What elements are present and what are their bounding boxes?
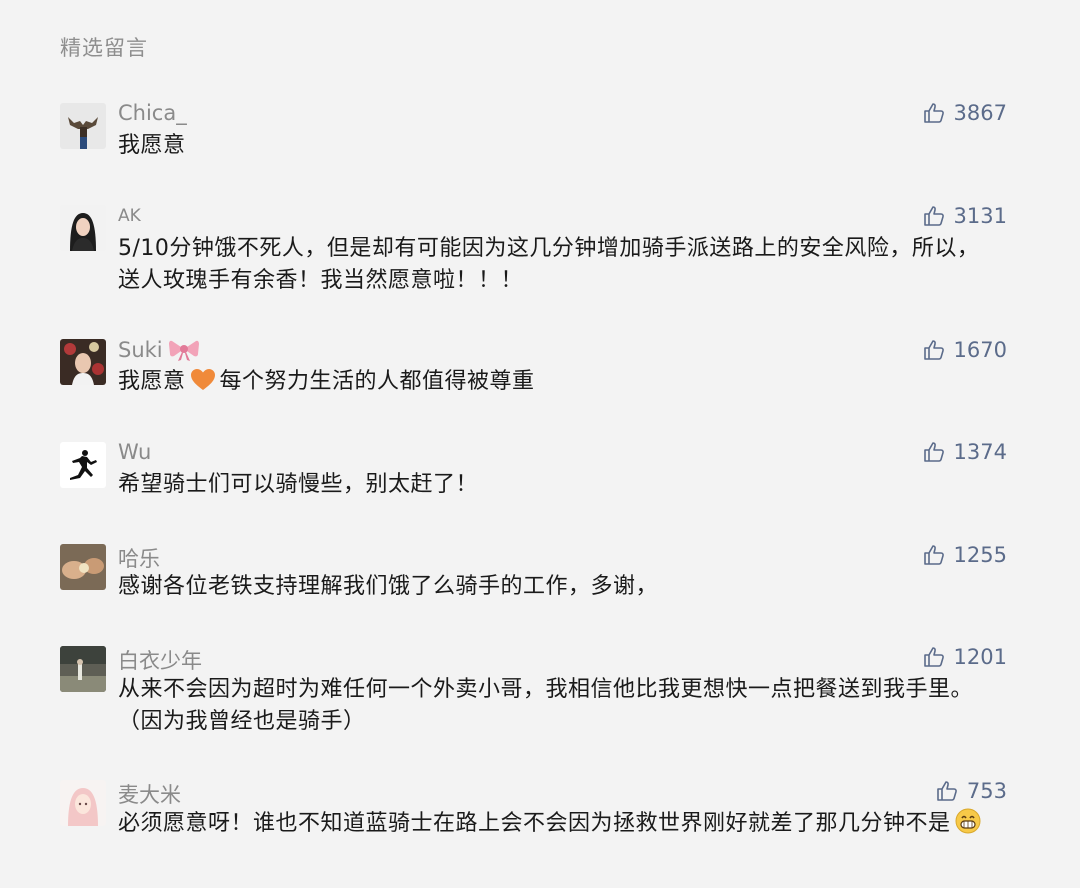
like-button[interactable]: 1374 bbox=[922, 440, 1007, 464]
avatar-jumpman-logo bbox=[60, 442, 106, 488]
nickname: Chica_ bbox=[118, 101, 187, 125]
like-count: 1201 bbox=[953, 645, 1007, 669]
like-count: 1255 bbox=[953, 543, 1007, 567]
avatar[interactable] bbox=[60, 442, 106, 488]
thumbs-up-icon bbox=[923, 647, 944, 667]
comment-text: 希望骑士们可以骑慢些，别太赶了！ bbox=[118, 472, 479, 497]
comment-text: 我愿意 每个努力生活的人都值得被尊重 bbox=[118, 366, 998, 402]
comment-text-after: 每个努力生活的人都值得被尊重 bbox=[219, 369, 535, 394]
nickname-text: Suki bbox=[118, 338, 163, 362]
orange-heart-emoji-icon bbox=[190, 368, 216, 402]
comment-text: 从来不会因为超时为难任何一个外卖小哥，我相信他比我更想快一点把餐送到我手里。（因… bbox=[118, 677, 974, 734]
like-count: 3867 bbox=[953, 101, 1007, 125]
nickname: AK bbox=[118, 206, 141, 226]
avatar-moose-image bbox=[60, 103, 106, 149]
section-title: 精选留言 bbox=[60, 36, 148, 60]
like-button[interactable]: 1670 bbox=[922, 338, 1007, 362]
nickname: 哈乐 bbox=[118, 547, 160, 571]
nickname: 麦大米 bbox=[118, 783, 181, 807]
like-button[interactable]: 3867 bbox=[922, 101, 1007, 125]
comment-text: 必须愿意呀！谁也不知道蓝骑士在路上会不会因为拯救世界刚好就差了那几分钟不是 bbox=[118, 808, 998, 844]
thumbs-up-icon bbox=[923, 103, 944, 123]
avatar[interactable] bbox=[60, 780, 106, 826]
avatar[interactable] bbox=[60, 544, 106, 590]
grinning-emoji-icon bbox=[955, 808, 981, 844]
nickname: Suki bbox=[118, 337, 199, 366]
comment-text-before: 我愿意 bbox=[118, 369, 186, 394]
like-button[interactable]: 1255 bbox=[922, 543, 1007, 567]
like-count: 1670 bbox=[953, 338, 1007, 362]
like-count: 753 bbox=[966, 779, 1007, 803]
like-button[interactable]: 1201 bbox=[922, 645, 1007, 669]
nickname: Wu bbox=[118, 440, 152, 464]
avatar-anime-girl-image bbox=[60, 780, 106, 826]
avatar[interactable] bbox=[60, 103, 106, 149]
thumbs-up-icon bbox=[923, 545, 944, 565]
avatar-flowers-image bbox=[60, 339, 106, 385]
avatar[interactable] bbox=[60, 205, 106, 251]
like-count: 1374 bbox=[953, 440, 1007, 464]
comment-text: 我愿意 bbox=[118, 133, 186, 158]
like-button[interactable]: 3131 bbox=[922, 204, 1007, 228]
like-count: 3131 bbox=[953, 204, 1007, 228]
comment-text: 感谢各位老铁支持理解我们饿了么骑手的工作，多谢， bbox=[118, 574, 659, 599]
avatar-landscape-image bbox=[60, 646, 106, 692]
thumbs-up-icon bbox=[923, 206, 944, 226]
avatar[interactable] bbox=[60, 339, 106, 385]
bow-emoji-icon bbox=[168, 337, 199, 366]
avatar-portrait-image bbox=[60, 205, 106, 251]
thumbs-up-icon bbox=[923, 442, 944, 462]
thumbs-up-icon bbox=[923, 340, 944, 360]
nickname: 白衣少年 bbox=[118, 649, 202, 673]
avatar[interactable] bbox=[60, 646, 106, 692]
thumbs-up-icon bbox=[937, 781, 957, 801]
comment-text-before: 必须愿意呀！谁也不知道蓝骑士在路上会不会因为拯救世界刚好就差了那几分钟不是 bbox=[118, 811, 951, 836]
comment-text: 5/10分钟饿不死人，但是却有可能因为这几分钟增加骑手派送路上的安全风险，所以，… bbox=[118, 236, 980, 293]
avatar-hands-image bbox=[60, 544, 106, 590]
like-button[interactable]: 753 bbox=[935, 779, 1007, 803]
